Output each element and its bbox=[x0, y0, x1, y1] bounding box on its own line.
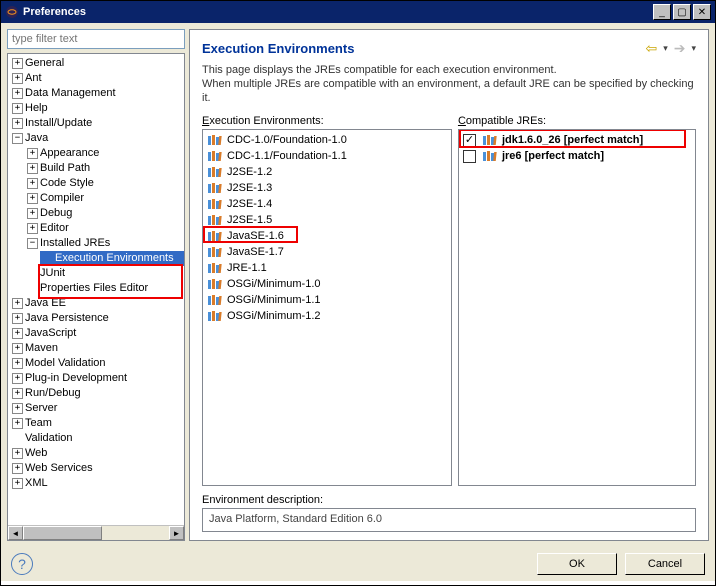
ee-item[interactable]: JavaSE-1.7 bbox=[205, 244, 451, 260]
library-icon bbox=[482, 149, 498, 163]
tree-item[interactable]: Java Persistence bbox=[25, 311, 109, 326]
nav-back-icon[interactable]: ⇦ bbox=[645, 40, 657, 57]
tree-item[interactable]: Code Style bbox=[40, 176, 94, 191]
ee-list-label: Execution Environments: bbox=[202, 115, 452, 127]
tree-item-execution-environments[interactable]: Execution Environments bbox=[40, 251, 184, 266]
tree-item[interactable]: Model Validation bbox=[25, 356, 106, 371]
page-title: Execution Environments bbox=[202, 41, 354, 56]
close-button[interactable]: ✕ bbox=[693, 4, 711, 20]
tree-item[interactable]: Debug bbox=[40, 206, 72, 221]
tree-item[interactable]: Installed JREs bbox=[40, 236, 110, 251]
jre-checkbox[interactable] bbox=[463, 150, 476, 163]
ee-item[interactable]: OSGi/Minimum-1.2 bbox=[205, 308, 451, 324]
ee-item-selected[interactable]: JavaSE-1.6 bbox=[205, 228, 451, 244]
eclipse-icon bbox=[5, 5, 19, 19]
nav-forward-icon[interactable]: ➔ bbox=[674, 40, 686, 57]
env-desc-label: Environment description: bbox=[202, 494, 696, 506]
tree-item[interactable]: Server bbox=[25, 401, 57, 416]
library-icon bbox=[207, 181, 223, 195]
maximize-button[interactable]: ▢ bbox=[673, 4, 691, 20]
library-icon bbox=[207, 293, 223, 307]
ee-item[interactable]: OSGi/Minimum-1.1 bbox=[205, 292, 451, 308]
ee-item[interactable]: J2SE-1.3 bbox=[205, 180, 451, 196]
filter-input[interactable] bbox=[7, 29, 185, 49]
preferences-tree[interactable]: +General +Ant +Data Management +Help +In… bbox=[7, 53, 185, 541]
tree-item[interactable]: Appearance bbox=[40, 146, 99, 161]
library-icon bbox=[207, 277, 223, 291]
ee-item[interactable]: CDC-1.0/Foundation-1.0 bbox=[205, 132, 451, 148]
tree-item[interactable]: Java bbox=[25, 131, 48, 146]
tree-item[interactable]: Ant bbox=[25, 71, 42, 86]
jre-listbox[interactable]: ✓ jdk1.6.0_26 [perfect match] jre6 [perf… bbox=[458, 129, 696, 486]
ee-item[interactable]: CDC-1.1/Foundation-1.1 bbox=[205, 148, 451, 164]
nav-forward-menu[interactable]: ▾ bbox=[691, 43, 696, 54]
tree-item[interactable]: Team bbox=[25, 416, 52, 431]
library-icon bbox=[207, 133, 223, 147]
tree-item[interactable]: General bbox=[25, 56, 64, 71]
tree-item[interactable]: Run/Debug bbox=[25, 386, 81, 401]
minimize-button[interactable]: _ bbox=[653, 4, 671, 20]
tree-item[interactable]: Build Path bbox=[40, 161, 90, 176]
tree-item[interactable]: Properties Files Editor bbox=[40, 281, 148, 296]
ee-item[interactable]: J2SE-1.2 bbox=[205, 164, 451, 180]
tree-item[interactable]: Java EE bbox=[25, 296, 66, 311]
tree-item[interactable]: Plug-in Development bbox=[25, 371, 127, 386]
tree-item[interactable]: XML bbox=[25, 476, 48, 491]
ee-item[interactable]: JRE-1.1 bbox=[205, 260, 451, 276]
jre-item[interactable]: ✓ jdk1.6.0_26 [perfect match] bbox=[461, 132, 695, 148]
tree-item[interactable]: Editor bbox=[40, 221, 69, 236]
library-icon bbox=[207, 197, 223, 211]
tree-item[interactable]: JavaScript bbox=[25, 326, 76, 341]
cancel-button[interactable]: Cancel bbox=[625, 553, 705, 575]
tree-item[interactable]: JUnit bbox=[40, 266, 65, 281]
help-icon[interactable]: ? bbox=[11, 553, 33, 575]
tree-item[interactable]: Install/Update bbox=[25, 116, 92, 131]
library-icon bbox=[207, 245, 223, 259]
tree-item[interactable]: Web Services bbox=[25, 461, 93, 476]
ee-listbox[interactable]: CDC-1.0/Foundation-1.0 CDC-1.1/Foundatio… bbox=[202, 129, 452, 486]
library-icon bbox=[207, 229, 223, 243]
horizontal-scrollbar[interactable]: ◄► bbox=[8, 525, 184, 540]
tree-item[interactable]: Maven bbox=[25, 341, 58, 356]
ee-item[interactable]: J2SE-1.5 bbox=[205, 212, 451, 228]
ee-item[interactable]: J2SE-1.4 bbox=[205, 196, 451, 212]
ok-button[interactable]: OK bbox=[537, 553, 617, 575]
library-icon bbox=[482, 133, 498, 147]
window-titlebar: Preferences _ ▢ ✕ bbox=[1, 1, 715, 23]
ee-item[interactable]: OSGi/Minimum-1.0 bbox=[205, 276, 451, 292]
library-icon bbox=[207, 149, 223, 163]
window-title: Preferences bbox=[23, 6, 86, 18]
env-desc-value: Java Platform, Standard Edition 6.0 bbox=[202, 508, 696, 532]
library-icon bbox=[207, 261, 223, 275]
jre-checkbox[interactable]: ✓ bbox=[463, 134, 476, 147]
library-icon bbox=[207, 213, 223, 227]
tree-item[interactable]: Web bbox=[25, 446, 47, 461]
tree-item[interactable]: Help bbox=[25, 101, 48, 116]
tree-item[interactable]: Data Management bbox=[25, 86, 116, 101]
tree-item[interactable]: Validation bbox=[25, 431, 73, 446]
nav-back-menu[interactable]: ▾ bbox=[663, 43, 668, 54]
jre-item[interactable]: jre6 [perfect match] bbox=[461, 148, 695, 164]
library-icon bbox=[207, 309, 223, 323]
jre-list-label: Compatible JREs: bbox=[458, 115, 696, 127]
library-icon bbox=[207, 165, 223, 179]
tree-item[interactable]: Compiler bbox=[40, 191, 84, 206]
page-description: This page displays the JREs compatible f… bbox=[202, 63, 696, 105]
